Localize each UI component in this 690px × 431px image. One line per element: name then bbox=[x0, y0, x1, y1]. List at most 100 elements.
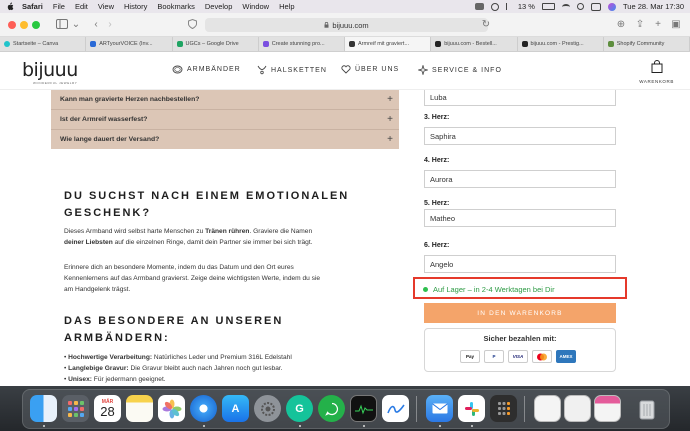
menu-bookmarks[interactable]: Bookmarks bbox=[157, 2, 195, 11]
recent-document-thumbnail[interactable] bbox=[534, 395, 561, 422]
heart-2-input[interactable]: Luba bbox=[424, 90, 616, 106]
menu-file[interactable]: File bbox=[53, 2, 65, 11]
activity-monitor-icon[interactable] bbox=[350, 395, 377, 422]
whatsapp-icon[interactable] bbox=[318, 395, 345, 422]
bracelet-icon bbox=[172, 65, 183, 74]
trash-icon[interactable] bbox=[633, 395, 660, 422]
minimize-window-button[interactable] bbox=[20, 21, 28, 29]
menu-app-name[interactable]: Safari bbox=[22, 2, 43, 11]
notes-icon[interactable] bbox=[126, 395, 153, 422]
control-center-icon[interactable] bbox=[590, 2, 601, 11]
sidebar-toggle-icon[interactable] bbox=[56, 19, 68, 31]
shopify-favicon-icon bbox=[607, 41, 614, 47]
zoom-window-button[interactable] bbox=[32, 21, 40, 29]
payment-title: Sicher bezahlen mit: bbox=[483, 334, 557, 343]
finder-icon[interactable] bbox=[30, 395, 57, 422]
nav-armbaender[interactable]: ARMBÄNDER bbox=[172, 65, 241, 74]
tab-bijuuu-prestig[interactable]: bijuuu.com - Prestig... bbox=[518, 37, 604, 51]
tab-shopify-community[interactable]: Shopify Community bbox=[604, 37, 690, 51]
menubar-clock[interactable]: Tue 28. Mar 17:30 bbox=[623, 2, 684, 11]
bluetooth-icon[interactable] bbox=[505, 3, 511, 10]
paypal-icon: P bbox=[484, 350, 504, 363]
running-indicator bbox=[299, 425, 301, 427]
battery-percent: 13 % bbox=[517, 2, 535, 11]
text-line: Erinnere dich an besondere Momente, inde… bbox=[64, 264, 294, 271]
close-window-button[interactable] bbox=[8, 21, 16, 29]
app-store-icon[interactable]: A bbox=[222, 395, 249, 422]
freeform-icon[interactable] bbox=[382, 395, 409, 422]
dock-divider bbox=[416, 396, 417, 422]
nav-ueber-uns[interactable]: ÜBER UNS bbox=[341, 65, 399, 74]
input-value: Aurora bbox=[430, 174, 453, 184]
menu-window[interactable]: Window bbox=[242, 2, 269, 11]
recent-screenshot-thumbnail[interactable] bbox=[564, 395, 591, 422]
faq-item[interactable]: Kann man gravierte Herzen nachbestellen?… bbox=[51, 90, 399, 109]
calculator-icon[interactable] bbox=[490, 395, 517, 422]
tab-artyourvoice[interactable]: ARTyourVOICE (Inv... bbox=[86, 37, 173, 51]
reload-icon[interactable]: ↻ bbox=[480, 19, 492, 31]
apple-icon[interactable] bbox=[6, 2, 14, 11]
heart-6-input[interactable]: Angelo bbox=[424, 255, 616, 273]
grammarly-icon[interactable]: G bbox=[286, 395, 313, 422]
heart-5-input[interactable]: Matheo bbox=[424, 209, 616, 227]
menu-edit[interactable]: Edit bbox=[75, 2, 88, 11]
downloads-stack[interactable] bbox=[594, 395, 621, 422]
privacy-shield-icon[interactable] bbox=[186, 18, 198, 31]
text: . Graviere die Namen bbox=[249, 228, 313, 235]
payment-icons: Pay P VISA AMEX bbox=[460, 350, 576, 363]
wifi-icon[interactable] bbox=[561, 3, 570, 10]
menu-develop[interactable]: Develop bbox=[205, 2, 233, 11]
address-bar[interactable]: bijuuu.com bbox=[205, 18, 488, 32]
input-value: Angelo bbox=[430, 259, 454, 269]
forward-icon[interactable]: › bbox=[104, 19, 116, 31]
site-logo[interactable]: bijuuu bbox=[22, 59, 78, 81]
slack-icon[interactable] bbox=[458, 395, 485, 422]
mail-icon[interactable] bbox=[426, 395, 453, 422]
launchpad-icon[interactable] bbox=[62, 395, 89, 422]
menu-history[interactable]: History bbox=[124, 2, 147, 11]
back-icon[interactable]: ‹ bbox=[90, 19, 102, 31]
cart-button[interactable]: WARENKORB bbox=[639, 60, 674, 84]
mastercard-icon bbox=[532, 350, 552, 363]
nav-halsketten[interactable]: HALSKETTEN bbox=[257, 65, 327, 75]
tab-strip: Startseite – Canva ARTyourVOICE (Inv... … bbox=[0, 37, 690, 52]
search-icon[interactable] bbox=[576, 3, 584, 10]
amex-icon: AMEX bbox=[556, 350, 576, 363]
heart-3-input[interactable]: Saphira bbox=[424, 127, 616, 145]
list-item: • Langlebige Gravur: Die Gravur bleibt a… bbox=[64, 365, 283, 372]
heading-line: DAS BESONDERE AN UNSEREN bbox=[64, 315, 284, 327]
tab-overview-icon[interactable]: ▣ bbox=[670, 19, 682, 31]
menu-help[interactable]: Help bbox=[279, 2, 294, 11]
add-to-cart-button[interactable]: IN DEN WARENKORB bbox=[424, 303, 616, 323]
tab-create-stunning[interactable]: Create stunning pro... bbox=[259, 37, 345, 51]
photos-icon[interactable] bbox=[158, 395, 185, 422]
new-tab-icon[interactable]: + bbox=[652, 19, 664, 31]
system-settings-icon[interactable] bbox=[254, 395, 281, 422]
safari-icon[interactable] bbox=[190, 395, 217, 422]
download-icon[interactable]: ⊕ bbox=[615, 19, 627, 31]
site-favicon-icon bbox=[262, 41, 269, 47]
faq-item[interactable]: Ist der Armreif wasserfest? + bbox=[51, 109, 399, 129]
status-tray-icon[interactable] bbox=[474, 3, 484, 10]
artyourvoice-favicon-icon bbox=[90, 41, 97, 47]
faq-question: Wie lange dauert der Versand? bbox=[60, 136, 160, 143]
tab-bijuuu-bestell[interactable]: bijuuu.com - Bestell... bbox=[431, 37, 518, 51]
heart-5-label: 5. Herz: bbox=[424, 200, 450, 207]
share-icon[interactable]: ⇪ bbox=[634, 19, 646, 31]
heart-4-input[interactable]: Aurora bbox=[424, 170, 616, 188]
siri-icon[interactable] bbox=[607, 2, 616, 11]
tab-canva[interactable]: Startseite – Canva bbox=[0, 37, 87, 51]
tab-group-chevron-icon[interactable]: ⌄ bbox=[70, 19, 82, 31]
menu-view[interactable]: View bbox=[98, 2, 114, 11]
sparkle-icon bbox=[418, 65, 428, 75]
google-drive-favicon-icon bbox=[176, 41, 183, 47]
battery-icon[interactable] bbox=[541, 3, 555, 10]
nav-service-info[interactable]: SERVICE & INFO bbox=[418, 65, 502, 75]
calendar-icon[interactable]: MÄR 28 bbox=[94, 395, 121, 422]
tab-armreif[interactable]: Armreif mit graviert... bbox=[345, 37, 432, 51]
text-line: Kennenlernens auf das Armband gravierst.… bbox=[64, 275, 321, 282]
faq-accordion: Kann man gravierte Herzen nachbestellen?… bbox=[51, 90, 399, 149]
faq-item[interactable]: Wie lange dauert der Versand? + bbox=[51, 129, 399, 149]
tab-google-drive[interactable]: UGCs – Google Drive bbox=[173, 37, 259, 51]
record-icon[interactable] bbox=[490, 2, 499, 11]
